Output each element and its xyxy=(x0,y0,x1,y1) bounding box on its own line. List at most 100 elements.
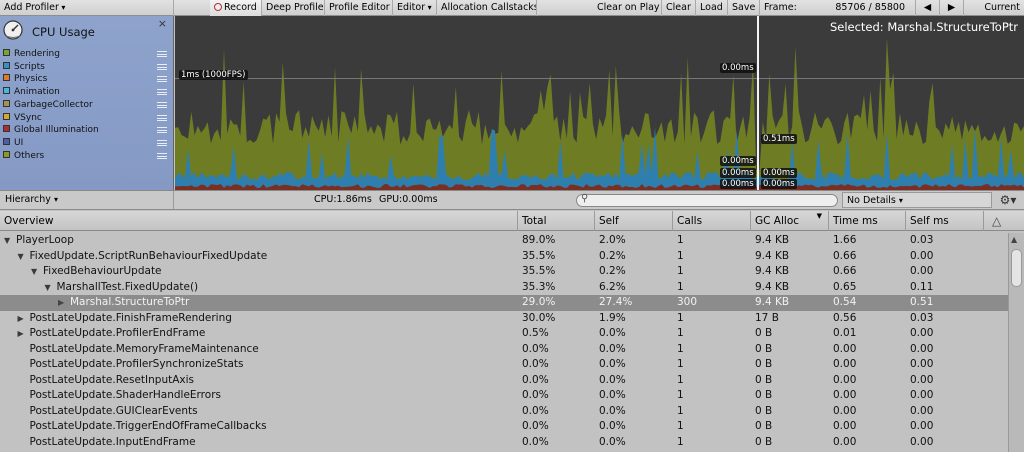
column-calls-label: Calls xyxy=(677,215,703,227)
legend-item[interactable]: Scripts xyxy=(3,61,171,73)
search-icon: ⚲ xyxy=(581,193,589,204)
drag-handle-icon[interactable] xyxy=(157,139,167,146)
table-row[interactable]: ▶ Marshal.StructureToPtr 29.0% 27.4% 300 9.4 … xyxy=(0,295,1008,311)
table-row[interactable]: ▼ FixedBehaviourUpdate 35.5% 0.2% 1 9.4 KB 0.6… xyxy=(0,264,1008,280)
frame-counter-value: 85706 / 85800 xyxy=(835,2,905,13)
table-row[interactable]: ▼ PlayerLoop 89.0% 2.0% 1 9.4 KB 1.66 0.03 xyxy=(0,233,1008,249)
row-calls: 1 xyxy=(677,373,684,386)
drag-handle-icon[interactable] xyxy=(157,127,167,134)
row-time-ms: 0.00 xyxy=(833,435,857,448)
allocation-callstacks-dropdown[interactable]: Allocation Callstacks xyxy=(437,0,537,16)
column-overview[interactable]: Overview xyxy=(0,211,518,231)
deep-profile-button[interactable]: Deep Profile xyxy=(262,0,325,16)
save-button[interactable]: Save xyxy=(728,0,760,16)
cpu-usage-chart[interactable]: 1ms (1000FPS) Selected: Marshal.Structur… xyxy=(175,16,1024,190)
row-name: FixedUpdate.ScriptRunBehaviourFixedUpdat… xyxy=(29,249,268,262)
details-dropdown[interactable]: No Details xyxy=(842,192,992,208)
legend-item[interactable]: Physics xyxy=(3,73,171,85)
row-time-ms: 0.66 xyxy=(833,265,857,277)
table-row[interactable]: ▶ PostLateUpdate.ProfilerEndFrame 0.5% 0.0%… xyxy=(0,326,1008,342)
expand-right-icon[interactable]: ▶ xyxy=(18,311,24,326)
row-calls: 1 xyxy=(677,435,684,448)
column-overview-label: Overview xyxy=(4,215,54,227)
expand-down-icon[interactable]: ▼ xyxy=(4,233,10,248)
table-row[interactable]: PostLateUpdate.ResetInputAxis 0.0% 0.0% 1 0 … xyxy=(0,373,1008,389)
table-row[interactable]: ▼ MarshallTest.FixedUpdate() 35.3% 6.2% 1 9.4… xyxy=(0,280,1008,296)
settings-gear-icon[interactable]: ⚙▾ xyxy=(996,192,1020,208)
selected-label: Selected: Marshal.StructureToPtr xyxy=(829,20,1018,34)
legend-label: UI xyxy=(14,137,24,148)
legend-label: VSync xyxy=(14,112,42,123)
column-time-ms[interactable]: Time ms xyxy=(829,211,906,231)
row-name: PostLateUpdate.ProfilerEndFrame xyxy=(29,327,206,339)
row-self: 0.0% xyxy=(599,435,626,448)
expand-down-icon[interactable]: ▼ xyxy=(31,264,37,279)
next-frame-button[interactable]: ▶ xyxy=(940,0,964,16)
table-row[interactable]: PostLateUpdate.GUIClearEvents 0.0% 0.0% 1 0 … xyxy=(0,404,1008,420)
record-button[interactable]: Record xyxy=(210,0,262,16)
profile-editor-button[interactable]: Profile Editor xyxy=(325,0,393,16)
column-self-ms[interactable]: Self ms xyxy=(906,211,984,231)
legend-item[interactable]: Others xyxy=(3,150,171,162)
editor-label: Editor xyxy=(397,2,426,13)
table-row[interactable]: PostLateUpdate.MemoryFrameMaintenance 0.0… xyxy=(0,342,1008,358)
column-self[interactable]: Self xyxy=(595,211,673,231)
hierarchy-header: Overview Total Self Calls GC Alloc ▼ Time… xyxy=(0,211,1024,231)
legend-item[interactable]: GarbageCollector xyxy=(3,99,171,111)
drag-handle-icon[interactable] xyxy=(157,114,167,121)
row-time-ms: 0.54 xyxy=(833,296,857,308)
legend-item[interactable]: UI xyxy=(3,137,171,149)
current-frame-button[interactable]: Current xyxy=(964,0,1024,16)
add-profiler-label: Add Profiler xyxy=(4,2,59,13)
view-mode-dropdown[interactable]: Hierarchy xyxy=(0,191,174,209)
legend-item[interactable]: VSync xyxy=(3,112,171,124)
search-field[interactable]: ⚲ xyxy=(576,193,838,207)
drag-handle-icon[interactable] xyxy=(157,63,167,70)
legend-item[interactable]: Global Illumination xyxy=(3,124,171,136)
table-row[interactable]: ▶ PostLateUpdate.FinishFrameRendering 30.0… xyxy=(0,311,1008,327)
clear-button[interactable]: Clear xyxy=(662,0,696,16)
cursor-label-b: 0.00ms xyxy=(720,168,756,178)
search-input[interactable] xyxy=(593,195,829,206)
drag-handle-icon[interactable] xyxy=(157,76,167,83)
expand-down-icon[interactable]: ▼ xyxy=(18,249,24,264)
table-row[interactable]: PostLateUpdate.TriggerEndOfFrameCallback… xyxy=(0,419,1008,435)
column-total[interactable]: Total xyxy=(518,211,595,231)
expand-right-icon[interactable]: ▶ xyxy=(18,326,24,341)
warning-icon: △ xyxy=(992,214,1002,228)
scroll-up-icon[interactable]: ▲ xyxy=(1011,235,1017,244)
row-total: 0.0% xyxy=(522,389,549,401)
drag-handle-icon[interactable] xyxy=(157,101,167,108)
scrollbar-thumb[interactable] xyxy=(1011,249,1022,287)
load-button[interactable]: Load xyxy=(696,0,728,16)
legend-label: Scripts xyxy=(14,61,45,72)
editor-dropdown[interactable]: Editor xyxy=(393,0,437,16)
row-self: 0.2% xyxy=(599,249,626,262)
expand-down-icon[interactable]: ▼ xyxy=(45,280,51,295)
drag-handle-icon[interactable] xyxy=(157,89,167,96)
table-row[interactable]: PostLateUpdate.InputEndFrame 0.0% 0.0% 1 0 B… xyxy=(0,435,1008,451)
column-warning[interactable]: △ xyxy=(984,211,1024,231)
row-self: 6.2% xyxy=(599,280,626,293)
row-time-ms: 0.00 xyxy=(833,389,857,401)
prev-frame-button[interactable]: ◀ xyxy=(916,0,940,16)
table-row[interactable]: PostLateUpdate.ShaderHandleErrors 0.0% 0.0… xyxy=(0,388,1008,404)
expand-right-icon[interactable]: ▶ xyxy=(58,295,64,310)
drag-handle-icon[interactable] xyxy=(157,51,167,57)
add-profiler-dropdown[interactable]: Add Profiler xyxy=(0,0,174,16)
table-row[interactable]: ▼ FixedUpdate.ScriptRunBehaviourFixedUpda… xyxy=(0,249,1008,265)
table-row[interactable]: PostLateUpdate.ProfilerSynchronizeStats 0… xyxy=(0,357,1008,373)
row-gc-alloc: 0 B xyxy=(755,373,773,386)
close-icon[interactable]: × xyxy=(158,17,167,30)
legend-item[interactable]: Rendering xyxy=(3,48,171,60)
clear-on-play-button[interactable]: Clear on Play xyxy=(593,0,662,16)
frame-cursor[interactable] xyxy=(757,16,759,190)
row-calls: 300 xyxy=(677,296,698,308)
legend-item[interactable]: Animation xyxy=(3,86,171,98)
column-gc-alloc[interactable]: GC Alloc ▼ xyxy=(751,211,829,231)
row-total: 0.0% xyxy=(522,404,549,417)
legend-swatch xyxy=(3,150,10,158)
drag-handle-icon[interactable] xyxy=(157,152,167,159)
column-calls[interactable]: Calls xyxy=(673,211,751,231)
vertical-scrollbar[interactable]: ▲ xyxy=(1008,233,1024,452)
